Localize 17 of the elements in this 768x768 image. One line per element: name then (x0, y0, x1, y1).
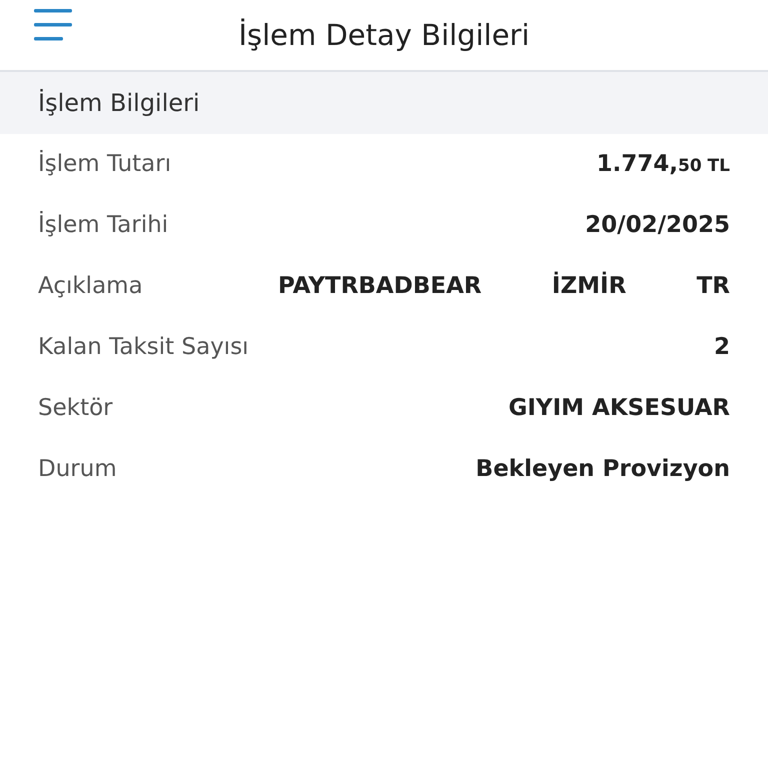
field-label: İşlem Tutarı (38, 149, 172, 180)
field-value: 20/02/2025 (585, 211, 730, 240)
field-value: TR (696, 272, 730, 302)
page-title: İşlem Detay Bilgileri (238, 20, 530, 50)
field-label: Açıklama (38, 272, 143, 302)
field-label: Durum (38, 455, 117, 484)
field-label: Kalan Taksit Sayısı (38, 333, 249, 362)
field-value: Bekleyen Provizyon (476, 455, 730, 484)
menu-icon[interactable] (34, 8, 72, 42)
section-title: İşlem Bilgileri (38, 88, 200, 119)
field-value: İZMİR (552, 270, 626, 302)
field-label: İşlem Tarihi (38, 210, 168, 240)
field-value: GIYIM AKSESUAR (508, 394, 730, 424)
field-value: 2 (714, 333, 730, 362)
field-label: Sektör (38, 394, 113, 424)
field-value: PAYTRBADBEAR (278, 272, 482, 302)
amount-value: 1.774,50 TL (596, 150, 730, 180)
